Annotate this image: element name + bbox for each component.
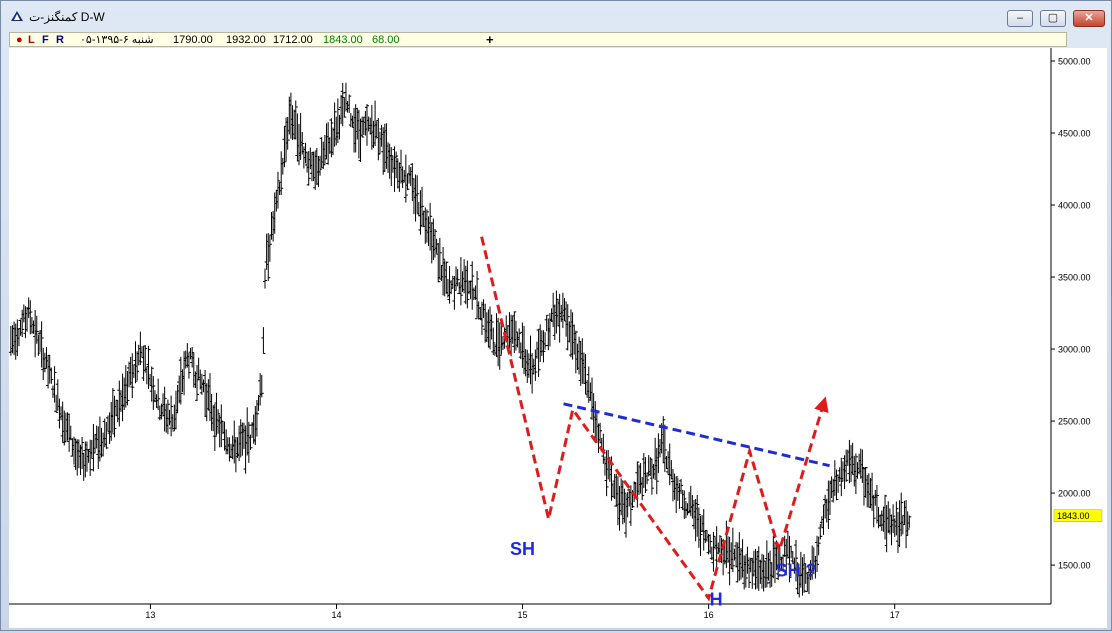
chart-window: کمنگنز-ت D-W – ▢ ✕ ● L F R شنبه ۶-۱۳۹۵-۰… xyxy=(0,0,1112,631)
maximize-button[interactable]: ▢ xyxy=(1040,10,1066,27)
x-tick-label: 15 xyxy=(518,610,528,620)
close-button[interactable]: ✕ xyxy=(1073,10,1105,27)
marker-r[interactable]: R xyxy=(56,34,64,46)
minimize-button[interactable]: – xyxy=(1007,10,1033,27)
quote-date: شنبه ۶-۱۳۹۵-۰۵ xyxy=(80,34,154,46)
x-tick-label: 16 xyxy=(704,610,714,620)
chart-area[interactable]: 1500.00 2000.00 2500.00 3000.00 3500.00 4000.… xyxy=(8,48,1107,628)
y-tick-label: 1500.00 xyxy=(1058,561,1091,571)
head-label: H xyxy=(710,589,723,609)
marker-l[interactable]: L xyxy=(28,34,35,46)
price-chart[interactable]: 1500.00 2000.00 2500.00 3000.00 3500.00 4000.… xyxy=(8,48,1107,628)
last-price-label: 1843.00 xyxy=(1057,511,1090,521)
y-tick-label: 5000.00 xyxy=(1058,56,1091,66)
right-shoulder-label: SH ? xyxy=(776,561,817,581)
marker-f[interactable]: F xyxy=(42,34,49,46)
x-tick-label: 17 xyxy=(890,610,900,620)
quote-open: 1790.00 xyxy=(173,34,213,46)
y-tick-label: 3500.00 xyxy=(1058,273,1091,283)
y-tick-label: 2000.00 xyxy=(1058,489,1091,499)
quote-change: 68.00 xyxy=(372,34,400,46)
window-title: کمنگنز-ت D-W xyxy=(29,10,105,24)
x-tick-label: 14 xyxy=(331,610,341,620)
add-indicator-button[interactable]: + xyxy=(486,32,494,47)
x-tick-label: 13 xyxy=(145,610,155,620)
status-dot-icon: ● xyxy=(16,34,23,46)
quote-low: 1712.00 xyxy=(273,34,313,46)
chart-app-icon xyxy=(11,11,23,21)
quote-high: 1932.00 xyxy=(226,34,266,46)
y-tick-label: 3000.00 xyxy=(1058,345,1091,355)
y-tick-label: 4000.00 xyxy=(1058,201,1091,211)
y-tick-label: 4500.00 xyxy=(1058,128,1091,138)
quote-toolbar: ● L F R شنبه ۶-۱۳۹۵-۰۵ 1790.00 1932.00 1… xyxy=(9,32,1067,47)
y-tick-label: 2500.00 xyxy=(1058,417,1091,427)
title-bar[interactable]: کمنگنز-ت D-W – ▢ ✕ xyxy=(1,1,1111,31)
left-shoulder-label: SH xyxy=(510,539,535,559)
quote-close: 1843.00 xyxy=(323,34,363,46)
